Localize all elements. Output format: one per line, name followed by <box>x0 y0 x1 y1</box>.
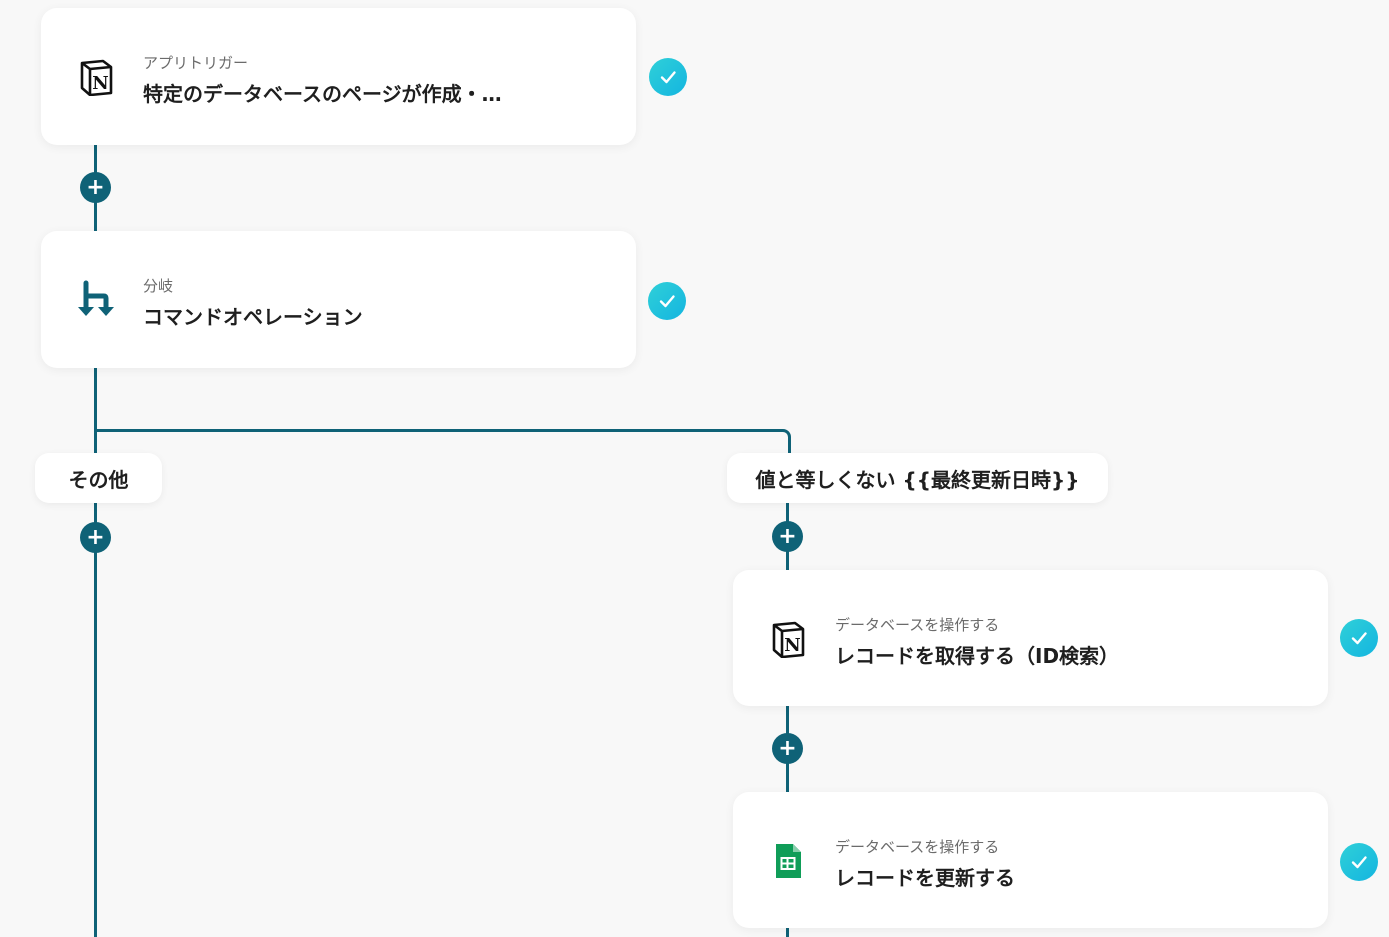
check-icon <box>648 282 686 320</box>
notion-icon: N <box>75 56 117 98</box>
step-title: コマンドオペレーション <box>143 305 363 329</box>
step-card-update-record[interactable]: データベースを操作する レコードを更新する <box>733 792 1328 928</box>
svg-text:N: N <box>784 635 800 656</box>
step-card-trigger[interactable]: N アプリトリガー 特定のデータベースのページが作成・… <box>41 8 636 145</box>
check-icon <box>1340 843 1378 881</box>
notion-icon: N <box>767 618 809 660</box>
connector-line-branch <box>786 928 789 937</box>
step-subtitle: 分岐 <box>143 277 174 295</box>
step-subtitle: データベースを操作する <box>835 616 1000 634</box>
add-step-button[interactable]: + <box>80 522 111 553</box>
step-title: 特定のデータベースのページが作成・… <box>143 82 502 106</box>
branch-label-other[interactable]: その他 <box>35 453 162 503</box>
step-card-get-record[interactable]: N データベースを操作する レコードを取得する（ID検索） <box>733 570 1328 706</box>
step-subtitle: データベースを操作する <box>835 838 1000 856</box>
add-step-button[interactable]: + <box>80 172 111 203</box>
branch-label-condition[interactable]: 値と等しくない {{最終更新日時}} <box>727 453 1108 503</box>
check-icon <box>1340 619 1378 657</box>
step-card-branch[interactable]: 分岐 コマンドオペレーション <box>41 231 636 368</box>
google-sheets-icon <box>767 840 809 882</box>
step-title: レコードを取得する（ID検索） <box>835 644 1120 668</box>
add-step-button[interactable]: + <box>772 733 803 764</box>
step-title: レコードを更新する <box>835 866 1015 890</box>
step-subtitle: アプリトリガー <box>143 54 249 72</box>
branch-icon <box>75 279 117 321</box>
svg-text:N: N <box>92 73 108 94</box>
branch-connector <box>94 429 791 459</box>
add-step-button[interactable]: + <box>772 521 803 552</box>
check-icon <box>649 58 687 96</box>
